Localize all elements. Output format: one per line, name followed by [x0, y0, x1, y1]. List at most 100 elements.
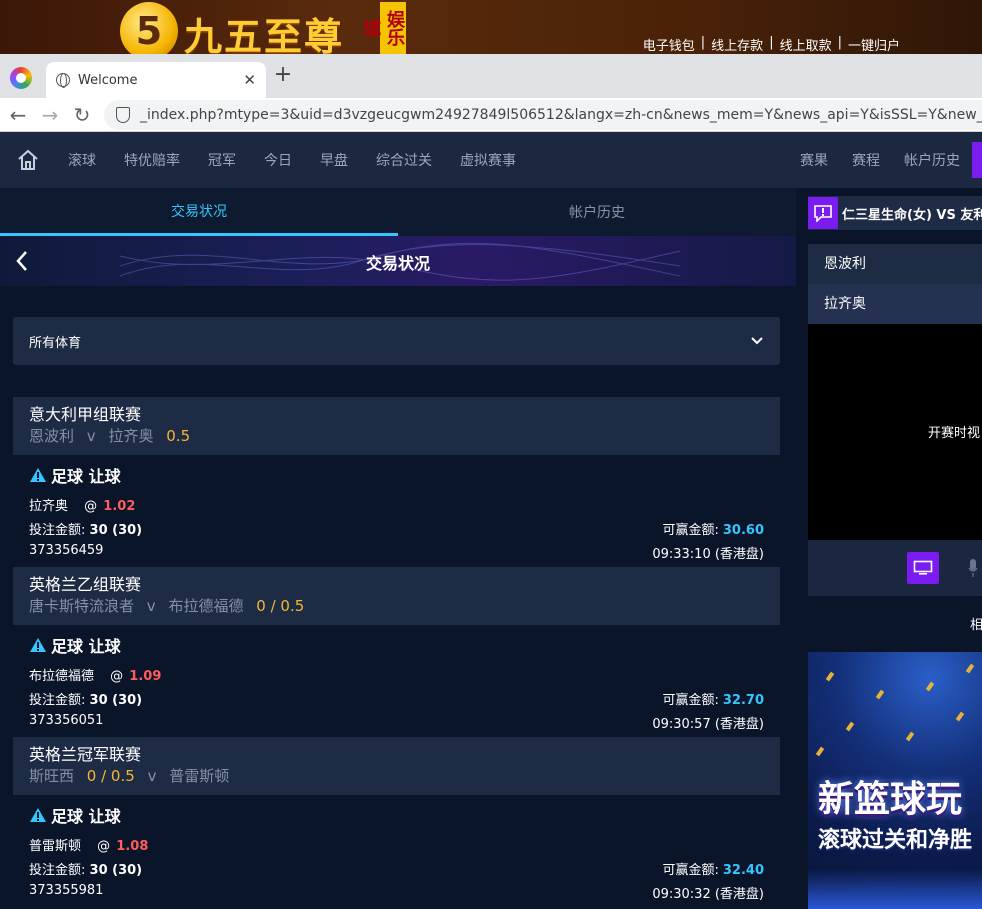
- versus: v: [146, 597, 156, 615]
- league-name: 英格兰冠军联赛: [29, 745, 142, 764]
- browser-tab[interactable]: Welcome ✕: [46, 62, 266, 98]
- warning-icon: [30, 808, 46, 822]
- nav-item-best-odds[interactable]: 特优赔率: [124, 150, 180, 170]
- nav-purple-button[interactable]: [972, 142, 982, 178]
- related-label: 相: [970, 618, 982, 633]
- bet-stake: 投注金额: 30 (30): [29, 863, 143, 878]
- browser-logo-icon[interactable]: [10, 67, 32, 89]
- league-header: 意大利甲组联赛 恩波利 v 拉齐奥 0.5: [13, 397, 780, 455]
- bet-time: 09:30:32 (香港盘): [652, 887, 764, 902]
- close-icon[interactable]: ✕: [243, 71, 256, 89]
- bet-win: 可赢金额: 32.40: [662, 863, 764, 878]
- nav-item-today[interactable]: 今日: [264, 150, 292, 170]
- handicap: 0 / 0.5: [86, 767, 135, 785]
- bet-stake: 投注金额: 30 (30): [29, 693, 143, 708]
- promo-headline: 新篮球玩: [818, 779, 963, 820]
- microphone-icon[interactable]: [968, 558, 978, 578]
- reload-icon[interactable]: ↻: [70, 103, 94, 127]
- message-icon[interactable]: [808, 197, 838, 229]
- nav-items: 滚球 特优赔率 冠军 今日 早盘 综合过关 虚拟赛事: [68, 132, 516, 188]
- nav-right: 赛果 赛程 帐户历史: [800, 132, 960, 188]
- live-team-home: 恩波利: [808, 244, 982, 284]
- nav-item-inplay[interactable]: 滚球: [68, 150, 96, 170]
- tab-transaction-status[interactable]: 交易状况: [0, 188, 398, 236]
- nav-item-results[interactable]: 赛果: [800, 150, 828, 170]
- title-bar: 交易状况: [0, 236, 796, 286]
- sport-filter-value: 所有体育: [29, 335, 82, 351]
- bet-pick: 拉齐奥 @ 1.02: [29, 499, 136, 514]
- bet-card: 足球 让球 布拉德福德 @ 1.09 投注金额: 30 (30) 可赢金额: 32…: [13, 625, 780, 737]
- back-arrow-icon[interactable]: ←: [6, 103, 30, 127]
- live-team-away: 拉齐奥: [808, 284, 982, 324]
- away-team: 普雷斯顿: [169, 767, 230, 785]
- tv-icon[interactable]: [907, 552, 939, 584]
- promo-banner[interactable]: 新篮球玩 滚球过关和净胜: [808, 652, 982, 909]
- league-header: 英格兰乙组联赛 唐卡斯特流浪者 v 布拉德福德 0 / 0.5: [13, 567, 780, 625]
- video-player[interactable]: 开赛时视: [808, 324, 982, 540]
- logo-emblem: 5: [120, 2, 178, 54]
- address-bar: ← → ↻ _index.php?mtype=3&uid=d3vzgeucgwm…: [0, 98, 982, 132]
- video-controls: [808, 540, 982, 596]
- bet-odds: 1.09: [129, 669, 162, 684]
- tab-account-history[interactable]: 帐户历史: [398, 188, 796, 236]
- link-e-wallet[interactable]: 电子钱包: [643, 35, 695, 54]
- browser-tabstrip: Welcome ✕ +: [0, 54, 982, 98]
- handicap: 0 / 0.5: [256, 597, 305, 615]
- bet-win: 可赢金额: 32.70: [662, 693, 764, 708]
- ticket-id: 373356051: [29, 713, 104, 728]
- url-text: _index.php?mtype=3&uid=d3vzgeucgwm249278…: [140, 107, 982, 123]
- match-teams: 恩波利 v 拉齐奥 0.5: [29, 425, 764, 447]
- sport-filter-select[interactable]: 所有体育: [13, 317, 780, 365]
- versus: v: [86, 427, 96, 445]
- nav-item-outright[interactable]: 冠军: [208, 150, 236, 170]
- match-teams: 斯旺西 0 / 0.5 v 普雷斯顿: [29, 765, 764, 787]
- league-name: 意大利甲组联赛: [29, 405, 142, 424]
- nav-item-virtual[interactable]: 虚拟赛事: [460, 150, 516, 170]
- logo-tag: 娱乐城: [360, 2, 406, 54]
- away-team: 拉齐奥: [108, 427, 154, 445]
- link-consolidate[interactable]: 一键归户: [848, 35, 900, 54]
- bet-status-panel: 交易状况 帐户历史 交易状况 所有体育 意大利甲组联赛 恩波利 v 拉齐奥 0.…: [0, 188, 796, 909]
- warning-icon: [30, 638, 46, 652]
- versus: v: [147, 767, 157, 785]
- home-team: 恩波利: [29, 427, 75, 445]
- globe-icon: [56, 73, 70, 88]
- league-name: 英格兰乙组联赛: [29, 575, 142, 594]
- nav-item-early[interactable]: 早盘: [320, 150, 348, 170]
- url-field[interactable]: _index.php?mtype=3&uid=d3vzgeucgwm249278…: [104, 100, 982, 130]
- link-deposit[interactable]: 线上存款: [711, 35, 763, 54]
- bet-type: 足球 让球: [29, 463, 121, 487]
- bet-odds: 1.08: [116, 839, 149, 854]
- page-title: 交易状况: [365, 254, 430, 273]
- bet-card: 足球 让球 普雷斯顿 @ 1.08 投注金额: 30 (30) 可赢金额: 32.…: [13, 795, 780, 907]
- site-nav: 滚球 特优赔率 冠军 今日 早盘 综合过关 虚拟赛事 赛果 赛程 帐户历史: [0, 132, 982, 188]
- home-team: 斯旺西: [29, 767, 75, 785]
- nav-item-account-history[interactable]: 帐户历史: [904, 150, 960, 170]
- warning-icon: [30, 468, 46, 482]
- video-status-text: 开赛时视: [928, 426, 981, 441]
- tab-title: Welcome: [78, 72, 138, 88]
- home-icon[interactable]: [16, 148, 40, 172]
- ticket-id: 373356459: [29, 543, 104, 558]
- away-team: 布拉德福德: [168, 597, 244, 615]
- new-tab-plus-icon[interactable]: +: [272, 64, 294, 86]
- nav-item-parlay[interactable]: 综合过关: [376, 150, 432, 170]
- bet-time: 09:33:10 (香港盘): [652, 547, 764, 562]
- shield-icon[interactable]: [116, 107, 130, 123]
- match-teams: 唐卡斯特流浪者 v 布拉德福德 0 / 0.5: [29, 595, 764, 617]
- brand-banner: 5 九五至尊 娱乐城 电子钱包 | 线上存款 | 线上取款 | 一键归户: [0, 0, 982, 54]
- promo-subline: 滚球过关和净胜: [818, 828, 973, 853]
- home-team: 唐卡斯特流浪者: [29, 597, 135, 615]
- banner-links: 电子钱包 | 线上存款 | 线上取款 | 一键归户: [642, 35, 900, 54]
- live-panel: 仁三星生命(女) VS 友利 恩波利 拉齐奥 开赛时视 相 新篮球玩 滚球过关和…: [808, 196, 982, 909]
- link-withdraw[interactable]: 线上取款: [780, 35, 832, 54]
- bet-type: 足球 让球: [29, 633, 121, 657]
- nav-item-schedule[interactable]: 赛程: [852, 150, 880, 170]
- ticket-id: 373355981: [29, 883, 104, 898]
- bet-pick: 普雷斯顿 @ 1.08: [29, 839, 149, 854]
- bet-odds: 1.02: [103, 499, 136, 514]
- live-match-title: 仁三星生命(女) VS 友利: [842, 207, 982, 223]
- live-match-header: 仁三星生命(女) VS 友利: [808, 196, 982, 230]
- forward-arrow-icon[interactable]: →: [38, 103, 62, 127]
- handicap: 0.5: [166, 427, 191, 445]
